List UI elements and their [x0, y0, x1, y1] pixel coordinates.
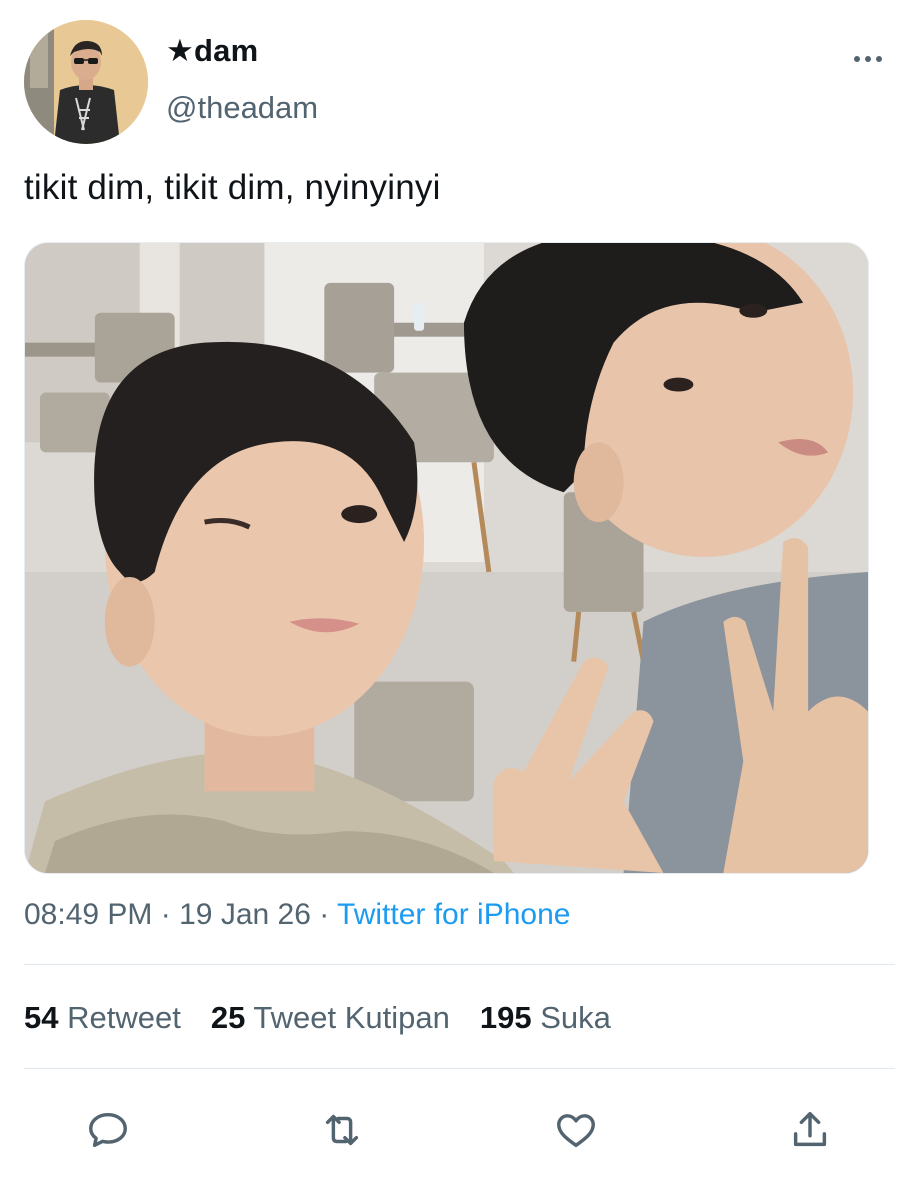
share-icon: [793, 1111, 827, 1147]
quotes-label: Tweet Kutipan: [253, 1000, 450, 1035]
tweet-source[interactable]: Twitter for iPhone: [337, 898, 570, 931]
tweet-meta: 08:49 PM · 19 Jan 26 · Twitter for iPhon…: [24, 898, 570, 932]
tweet-date[interactable]: 19 Jan 26: [179, 898, 311, 931]
share-button[interactable]: [782, 1102, 838, 1158]
meta-separator: ·: [160, 898, 171, 931]
retweets-stat[interactable]: 54 Retweet: [24, 1000, 181, 1036]
quotes-count: 25: [210, 1000, 246, 1035]
quotes-stat[interactable]: 25 Tweet Kutipan: [211, 1000, 450, 1036]
likes-stat[interactable]: 195 Suka: [480, 1000, 611, 1036]
more-dot: [876, 56, 882, 62]
more-dot: [865, 56, 871, 62]
action-bar: [0, 1102, 919, 1158]
tweet-stats: 54 Retweet 25 Tweet Kutipan 195 Suka: [24, 1000, 611, 1036]
divider: [24, 964, 895, 965]
display-name[interactable]: ★dam: [166, 33, 258, 69]
likes-count: 195: [479, 1000, 532, 1035]
avatar[interactable]: [24, 20, 148, 144]
reply-button[interactable]: [80, 1102, 136, 1158]
tweet-photo[interactable]: [24, 242, 869, 874]
meta-separator: ·: [319, 898, 330, 931]
more-dot: [854, 56, 860, 62]
divider: [24, 1068, 895, 1069]
tweet-time[interactable]: 08:49 PM: [24, 898, 152, 931]
more-icon[interactable]: [846, 44, 890, 74]
likes-label: Suka: [540, 1000, 611, 1035]
retweet-icon: [325, 1114, 359, 1146]
like-button[interactable]: [548, 1102, 604, 1158]
tweet: ★dam @theadam tikit dim, tikit dim, nyin…: [0, 0, 919, 1200]
heart-icon: [557, 1114, 595, 1148]
username[interactable]: @theadam: [166, 90, 318, 126]
retweet-button[interactable]: [314, 1102, 370, 1158]
retweets-label: Retweet: [67, 1000, 181, 1035]
reply-icon: [89, 1112, 127, 1148]
retweets-count: 54: [24, 1000, 59, 1035]
tweet-text: tikit dim, tikit dim, nyinyinyi: [24, 168, 441, 207]
